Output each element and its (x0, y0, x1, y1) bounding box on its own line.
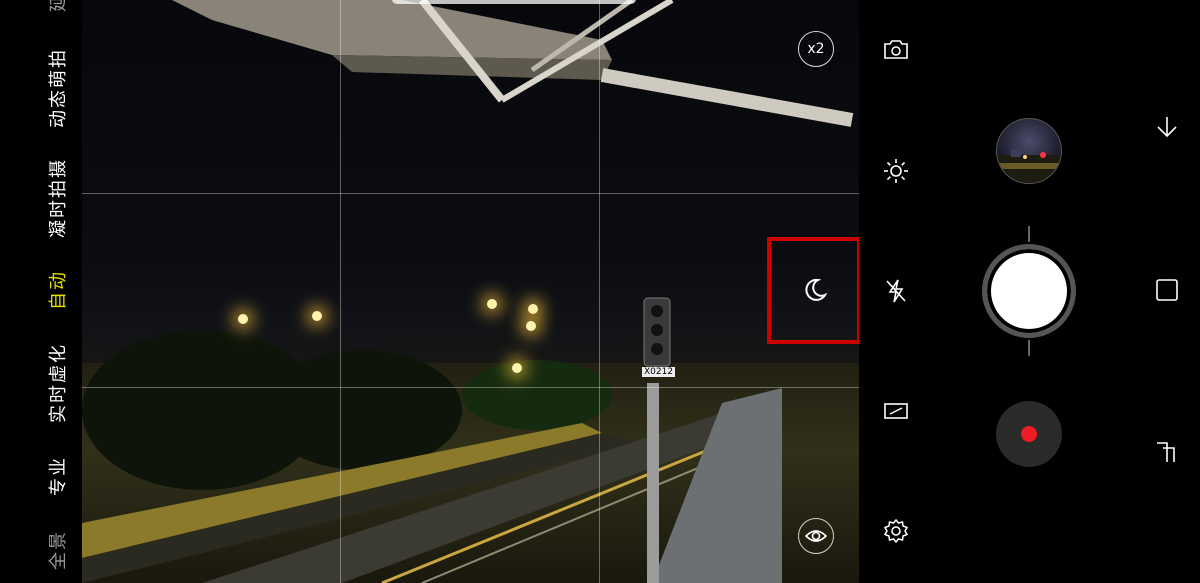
gallery-thumbnail[interactable] (996, 118, 1062, 184)
switch-camera-button[interactable] (881, 35, 911, 65)
home-square-icon (1156, 279, 1178, 301)
shutter-button[interactable] (982, 244, 1076, 338)
street-light (312, 311, 322, 321)
mode-panorama[interactable]: 全景 (44, 530, 70, 570)
station-canopy (172, 0, 854, 127)
brightness-icon (884, 159, 908, 183)
recents-button[interactable] (1153, 438, 1181, 466)
highlight-box (767, 237, 859, 344)
switch-camera-icon (884, 40, 908, 59)
mode-portrait-bokeh[interactable]: 实时虚化 (44, 343, 70, 423)
flash-button[interactable] (881, 276, 911, 306)
mode-dynamic-photo[interactable]: 动态萌拍 (44, 48, 70, 128)
mode-timelapse[interactable]: 凝时拍摄 (44, 158, 70, 238)
street-light (487, 299, 497, 309)
record-dot (1021, 426, 1037, 442)
road-and-tracks (82, 383, 783, 583)
record-button[interactable] (996, 401, 1062, 467)
shutter-tick-bottom (1028, 340, 1030, 356)
scene-detect-button[interactable] (798, 518, 834, 554)
street-light (528, 304, 538, 314)
thumbnail-preview (997, 149, 1061, 183)
grid-line-vertical (599, 0, 600, 583)
mode-auto[interactable]: 自动 (44, 270, 70, 310)
mode-pro[interactable]: 专业 (44, 456, 70, 496)
shutter-tick-top (1028, 226, 1030, 242)
mode-selector: 延 动态萌拍 凝时拍摄 自动 实时虚化 专业 全景 (0, 0, 82, 583)
grid-line-horizontal (82, 193, 859, 194)
back-button[interactable] (1153, 113, 1181, 141)
camera-control-panel (859, 0, 1200, 583)
top-indicator-pill (392, 0, 636, 4)
street-light (238, 314, 248, 324)
settings-icon (883, 518, 909, 544)
aspect-ratio-icon (884, 403, 908, 419)
flash-off-icon (886, 279, 906, 303)
aspect-ratio-button[interactable] (881, 396, 911, 426)
street-light (512, 363, 522, 373)
home-button[interactable] (1153, 276, 1181, 304)
grid-line-horizontal (82, 387, 859, 388)
brightness-button[interactable] (881, 156, 911, 186)
recent-apps-icon (1157, 442, 1175, 462)
street-light (526, 321, 536, 331)
camera-viewfinder[interactable]: X0212 x2 (82, 0, 859, 583)
shutter-inner (995, 257, 1063, 325)
zoom-label: x2 (807, 41, 825, 57)
settings-button[interactable] (881, 516, 911, 546)
mode-partial-top[interactable]: 延 (44, 0, 70, 12)
zoom-button[interactable]: x2 (798, 31, 834, 67)
eye-icon (805, 530, 827, 542)
signal-plate: X0212 (642, 367, 676, 377)
back-arrow-icon (1157, 117, 1177, 138)
grid-line-vertical (340, 0, 341, 583)
